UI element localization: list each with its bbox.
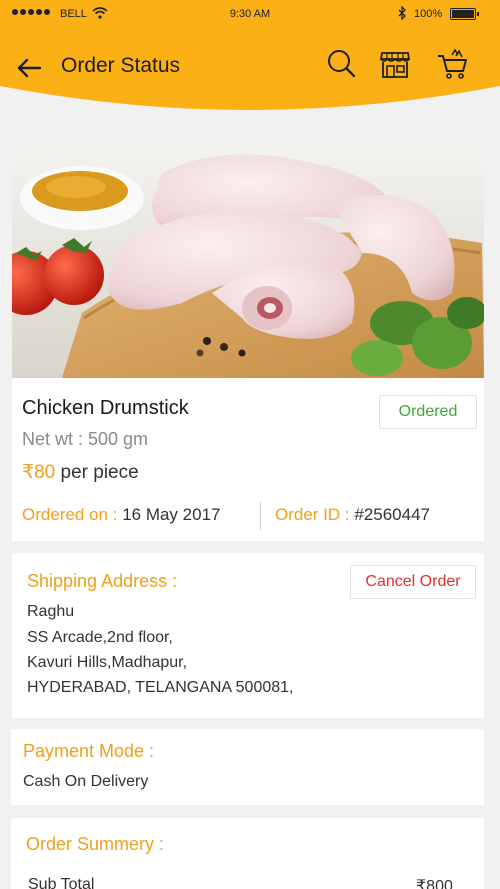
- product-net-weight: Net wt : 500 gm: [22, 429, 149, 449]
- order-summary-card: Order Summery : Sub Total ₹800: [11, 818, 484, 889]
- address-line: Raghu: [27, 603, 75, 620]
- shipping-card: Shipping Address : Cancel Order Raghu SS…: [12, 553, 484, 718]
- order-summary-title: Order Summery :: [26, 834, 165, 854]
- sub-total-value: ₹800: [416, 878, 453, 889]
- divider: [260, 502, 261, 530]
- status-bar: BELL 9:30 AM 100%: [0, 0, 500, 28]
- bluetooth-icon: [398, 6, 406, 20]
- page-title: Order Status: [61, 54, 181, 77]
- address-line: Kavuri Hills,Madhapur,: [27, 654, 188, 671]
- status-badge: Ordered: [379, 395, 477, 429]
- product-card: Chicken Drumstick Net wt : 500 gm ₹80 pe…: [12, 143, 484, 541]
- order-id-label: Order ID :: [275, 505, 350, 524]
- search-icon[interactable]: [325, 47, 357, 81]
- payment-mode-value: Cash On Delivery: [23, 773, 149, 790]
- sub-total-label: Sub Total: [28, 876, 95, 889]
- payment-title: Payment Mode :: [23, 741, 155, 761]
- cancel-order-button[interactable]: Cancel Order: [350, 565, 476, 599]
- battery-icon: [450, 8, 479, 20]
- product-price: ₹80 per piece: [22, 461, 139, 484]
- cart-icon[interactable]: [436, 47, 468, 81]
- product-image: [12, 143, 484, 378]
- ordered-on-value: 16 May 2017: [122, 505, 221, 524]
- address-line: SS Arcade,2nd floor,: [27, 629, 173, 646]
- price-unit: per piece: [60, 462, 139, 483]
- order-id-value: #2560447: [354, 505, 430, 524]
- header: BELL 9:30 AM 100% Order Status: [0, 0, 500, 120]
- store-icon[interactable]: [379, 47, 411, 81]
- shipping-title: Shipping Address :: [27, 571, 178, 591]
- product-name: Chicken Drumstick: [22, 397, 189, 419]
- address-line: HYDERABAD, TELANGANA 500081,: [27, 679, 294, 696]
- price-amount: ₹80: [22, 462, 56, 483]
- ordered-on-label: Ordered on :: [22, 505, 118, 524]
- ordered-on: Ordered on : 16 May 2017: [22, 505, 220, 525]
- payment-card: Payment Mode : Cash On Delivery: [11, 729, 484, 805]
- battery-percent: 100%: [414, 8, 443, 20]
- back-arrow-icon[interactable]: [15, 55, 43, 81]
- order-id: Order ID : #2560447: [275, 505, 430, 525]
